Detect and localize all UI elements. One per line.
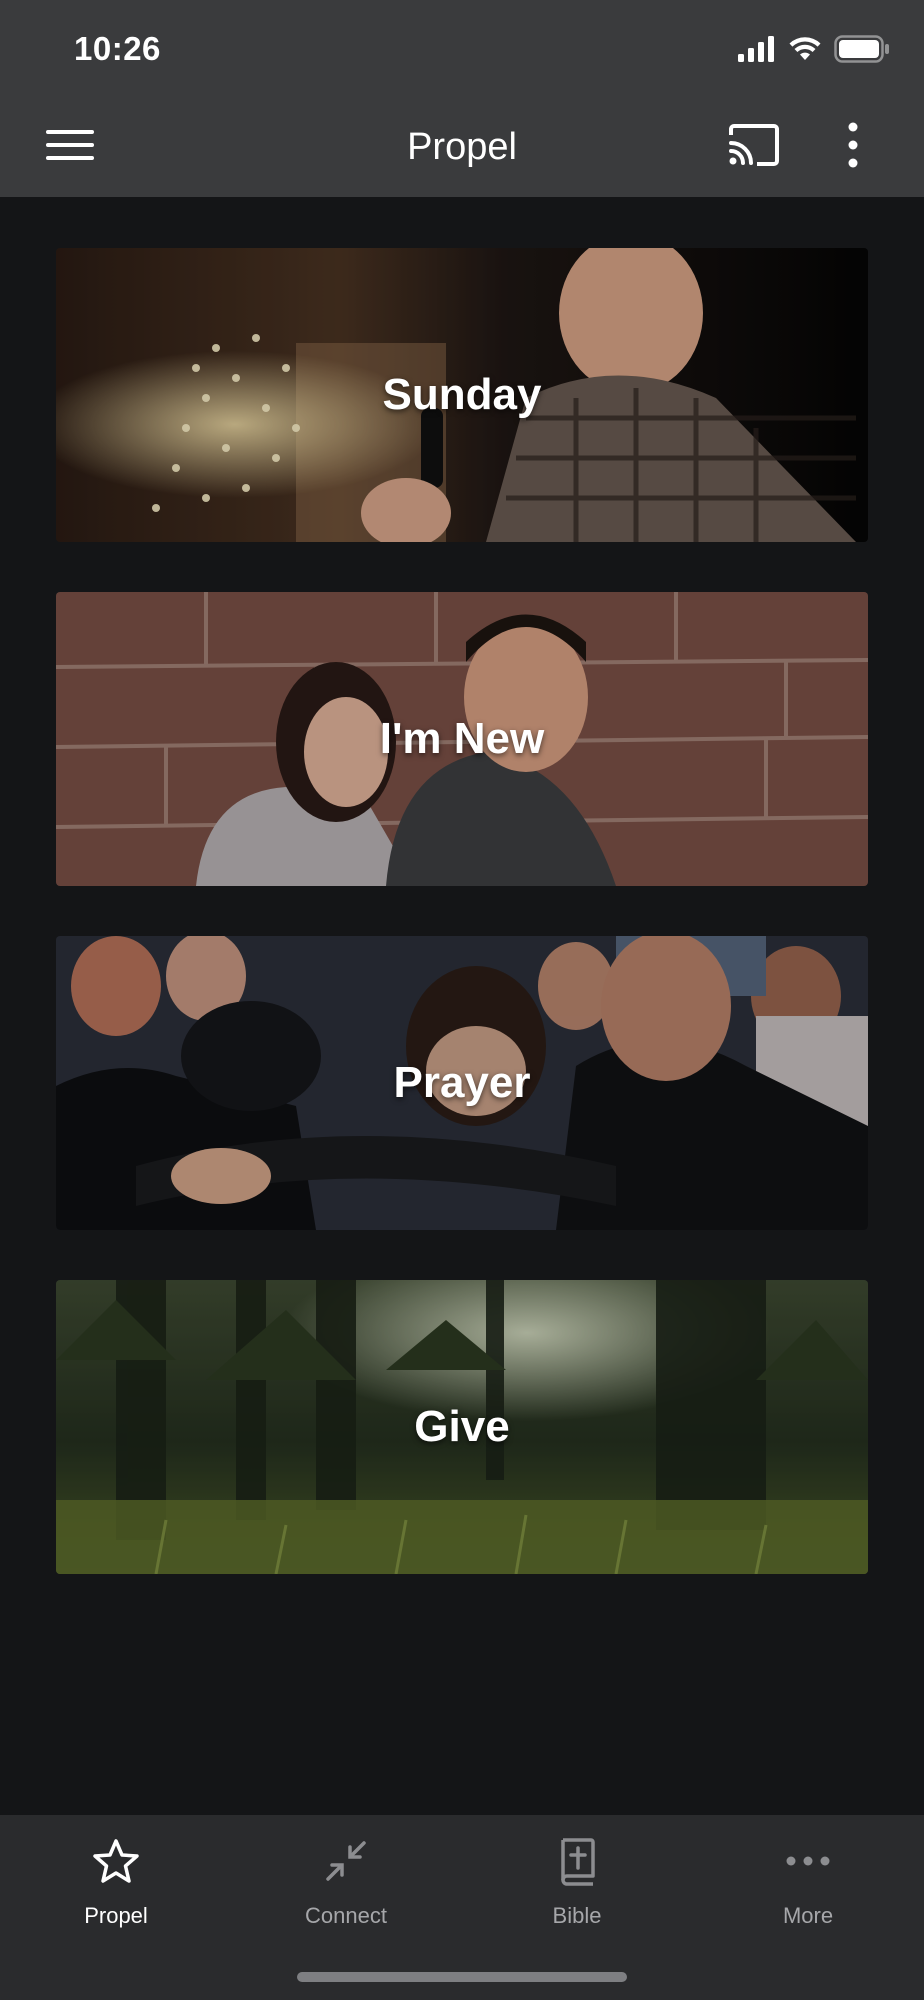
star-icon — [92, 1838, 140, 1889]
card-label-prayer: Prayer — [393, 1058, 531, 1107]
nav-label-propel: Propel — [84, 1903, 148, 1928]
bible-icon — [557, 1836, 597, 1891]
content-area: Sunday I'm New Prayer Give — [0, 197, 924, 1815]
nav-label-connect: Connect — [305, 1903, 387, 1928]
status-bar: 10:26 — [0, 0, 924, 98]
more-horizontal-icon — [785, 1854, 831, 1872]
more-vertical-icon — [847, 121, 859, 174]
cast-icon — [727, 123, 781, 172]
collapse-arrows-icon — [324, 1839, 368, 1888]
cast-button[interactable] — [718, 116, 790, 178]
nav-item-bible[interactable]: Bible — [487, 1835, 667, 1945]
nav-label-bible: Bible — [552, 1903, 602, 1928]
nav-item-connect[interactable]: Connect — [256, 1835, 436, 1945]
card-prayer[interactable]: Prayer — [56, 936, 868, 1230]
status-time: 10:26 — [74, 30, 161, 67]
battery-icon — [834, 34, 890, 68]
card-sunday[interactable]: Sunday — [56, 248, 868, 542]
app-bar: Propel — [0, 98, 924, 197]
card-im-new[interactable]: I'm New — [56, 592, 868, 886]
nav-label-more: More — [782, 1903, 834, 1928]
status-icons — [738, 34, 890, 68]
card-label-im-new: I'm New — [379, 714, 545, 763]
card-label-sunday: Sunday — [382, 370, 542, 419]
wifi-icon — [788, 36, 822, 67]
card-give[interactable]: Give — [56, 1280, 868, 1574]
nav-item-more[interactable]: More — [718, 1835, 898, 1945]
more-options-button[interactable] — [830, 116, 876, 178]
card-label-give: Give — [414, 1402, 510, 1451]
signal-icon — [738, 35, 776, 67]
nav-item-propel[interactable]: Propel — [26, 1835, 206, 1945]
home-indicator — [297, 1972, 627, 1982]
